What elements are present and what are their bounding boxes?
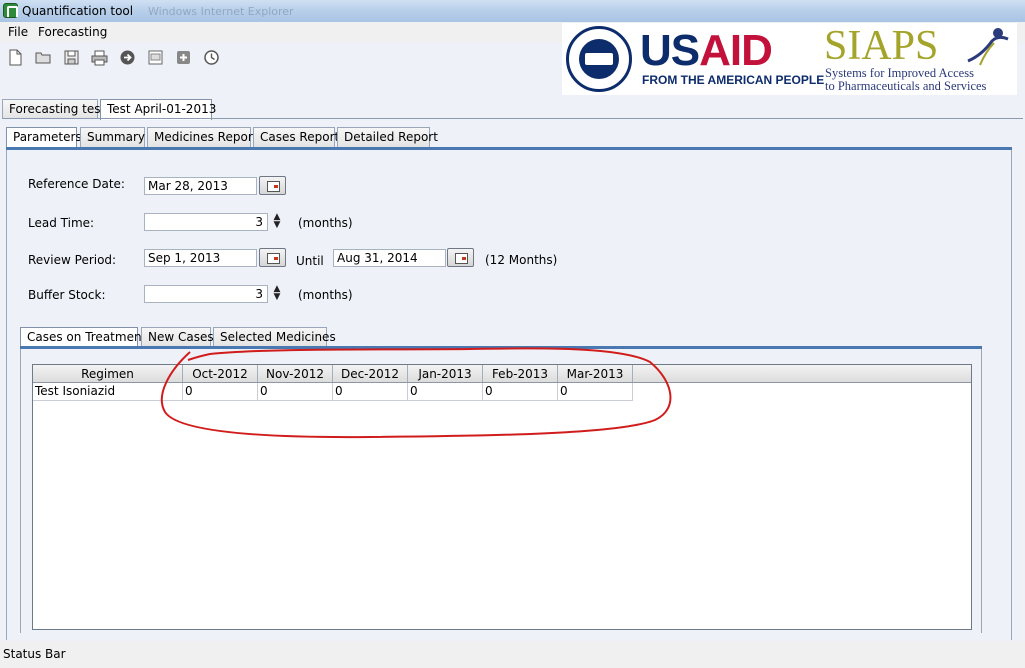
buffer-stock-field[interactable]: 3 (144, 285, 268, 303)
add-icon[interactable] (174, 48, 192, 66)
open-folder-icon[interactable] (34, 48, 52, 66)
review-start-field[interactable]: Sep 1, 2013 (144, 249, 257, 267)
menu-file[interactable]: File (8, 25, 28, 39)
tab-parameters[interactable]: Parameters (6, 127, 82, 148)
table-cell[interactable]: 0 (483, 383, 558, 401)
tab-new-cases[interactable]: New Cases (141, 327, 214, 347)
status-text: Status Bar (3, 647, 66, 661)
table-cell[interactable]: 0 (183, 383, 258, 401)
column-header-regimen[interactable]: Regimen (33, 365, 183, 382)
tab-cases-on-treatment[interactable]: Cases on Treatment (20, 327, 146, 348)
column-header-dec-2012[interactable]: Dec-2012 (333, 365, 408, 382)
save-icon[interactable] (62, 48, 80, 66)
column-header-oct-2012[interactable]: Oct-2012 (183, 365, 258, 382)
usaid-seal-logo (566, 26, 632, 92)
review-end-calendar-button[interactable] (447, 248, 474, 267)
tab-summary[interactable]: Summary (80, 127, 145, 147)
until-label: Until (296, 254, 324, 268)
app-icon (3, 3, 18, 18)
column-header-mar-2013[interactable]: Mar-2013 (558, 365, 633, 382)
clock-icon[interactable] (202, 48, 220, 66)
window-title: Quantification tool (22, 4, 134, 18)
siaps-tagline: Systems for Improved Access to Pharmaceu… (825, 66, 987, 93)
sponsor-logos: USAID FROM THE AMERICAN PEOPLE SIAPS Sys… (562, 23, 1017, 95)
lead-time-label: Lead Time: (28, 216, 95, 230)
tab-cases-report[interactable]: Cases Report (253, 127, 339, 147)
buffer-stock-spinner[interactable]: ▲ ▼ (271, 285, 283, 303)
reference-date-label: Reference Date: (28, 177, 125, 191)
column-header-nov-2012[interactable]: Nov-2012 (258, 365, 333, 382)
table-header: Regimen Oct-2012 Nov-2012 Dec-2012 Jan-2… (33, 365, 971, 383)
review-start-calendar-button[interactable] (259, 248, 286, 267)
table-cell[interactable]: 0 (333, 383, 408, 401)
title-bar: Quantification tool Windows Internet Exp… (0, 0, 1025, 22)
toolbar (0, 42, 560, 72)
background-window-title: Windows Internet Explorer (148, 5, 294, 18)
menu-forecasting[interactable]: Forecasting (38, 25, 107, 39)
column-header-jan-2013[interactable]: Jan-2013 (408, 365, 483, 382)
buffer-stock-unit: (months) (298, 288, 353, 302)
tab-test-april[interactable]: Test April-01-2013 (100, 99, 216, 120)
table-cell[interactable]: 0 (408, 383, 483, 401)
review-end-field[interactable]: Aug 31, 2014 (333, 249, 446, 267)
column-header-feb-2013[interactable]: Feb-2013 (483, 365, 558, 382)
buffer-stock-label: Buffer Stock: (28, 288, 106, 302)
siaps-logo: SIAPS (824, 23, 939, 69)
reference-date-calendar-button[interactable] (259, 176, 286, 195)
regimen-table: Regimen Oct-2012 Nov-2012 Dec-2012 Jan-2… (32, 364, 972, 630)
siaps-figure-icon (967, 28, 1009, 66)
lead-time-field[interactable]: 3 (144, 213, 268, 231)
review-months-count: (12 Months) (485, 253, 558, 267)
tab-selected-medicines[interactable]: Selected Medicines (213, 327, 336, 347)
go-arrow-icon[interactable] (118, 48, 136, 66)
lead-time-spinner[interactable]: ▲ ▼ (271, 213, 283, 231)
table-cell[interactable]: 0 (258, 383, 333, 401)
usaid-tagline: FROM THE AMERICAN PEOPLE (642, 73, 825, 87)
print-icon[interactable] (90, 48, 108, 66)
usaid-logo: USAID (640, 26, 773, 75)
export-icon[interactable] (146, 48, 164, 66)
table-cell-regimen[interactable]: Test Isoniazid (33, 383, 183, 401)
new-file-icon[interactable] (6, 48, 24, 66)
tab-medicines-report[interactable]: Medicines Report (147, 127, 257, 147)
lead-time-unit: (months) (298, 216, 353, 230)
tab-detailed-report[interactable]: Detailed Report (337, 127, 438, 147)
tab-forecasting-test[interactable]: Forecasting test (2, 99, 105, 119)
reference-date-field[interactable]: Mar 28, 2013 (144, 177, 257, 195)
review-period-label: Review Period: (28, 253, 117, 267)
status-bar: Status Bar (0, 641, 1025, 668)
table-cell[interactable]: 0 (558, 383, 633, 401)
